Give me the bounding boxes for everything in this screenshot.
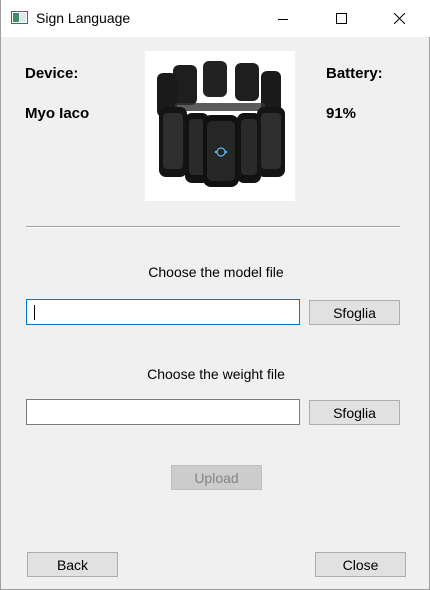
model-file-caption: Choose the model file (148, 264, 284, 280)
window-title: Sign Language (36, 10, 131, 26)
title-bar[interactable]: Sign Language (1, 0, 430, 37)
text-caret (34, 305, 35, 320)
minimize-button[interactable] (260, 0, 306, 37)
myo-armband-image (145, 51, 295, 201)
battery-level-value: 91% (326, 105, 357, 122)
app-window-icon (11, 11, 28, 24)
minimize-icon (278, 11, 288, 27)
maximize-button[interactable] (318, 0, 364, 37)
browse-model-button[interactable]: Sfoglia (309, 300, 400, 325)
upload-button[interactable]: Upload (171, 465, 262, 490)
battery-label: Battery: (326, 65, 383, 82)
model-file-input[interactable] (26, 299, 300, 325)
close-window-button[interactable] (376, 0, 422, 37)
device-label: Device: (25, 65, 79, 82)
horizontal-divider (26, 226, 400, 228)
close-icon (393, 11, 405, 27)
sign-language-window: Sign Language Device: Myo Iaco Battery: … (0, 0, 430, 590)
weight-file-input[interactable] (26, 399, 300, 425)
close-button[interactable]: Close (315, 552, 406, 577)
back-button[interactable]: Back (27, 552, 118, 577)
maximize-icon (335, 11, 347, 27)
weight-file-caption: Choose the weight file (147, 366, 285, 382)
device-name-value: Myo Iaco (25, 105, 90, 122)
browse-weight-button[interactable]: Sfoglia (309, 400, 400, 425)
